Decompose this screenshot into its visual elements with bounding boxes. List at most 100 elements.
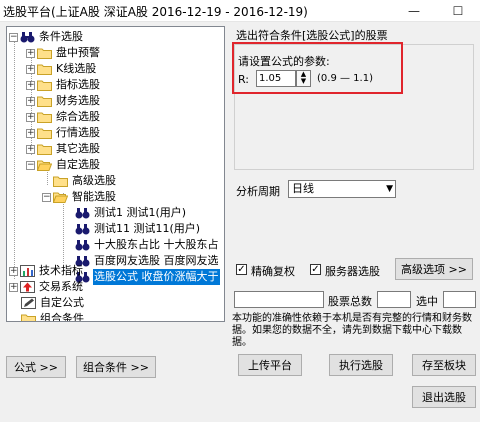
tree-node-label: 智能选股 <box>72 190 116 203</box>
tree-guide-line <box>14 41 15 279</box>
upload-platform-button[interactable]: 上传平台 <box>238 354 302 376</box>
period-label: 分析周期 <box>236 185 280 198</box>
open-folder-icon <box>37 159 52 171</box>
tree-node-advanced[interactable]: 高级选股 <box>53 173 117 189</box>
tree-node-trading[interactable]: + 交易系统 <box>9 279 84 295</box>
minimize-icon: — <box>408 4 420 18</box>
tree-node-label: 自定选股 <box>56 158 100 171</box>
tree-node-group[interactable]: − 自定选股 <box>26 157 101 173</box>
expand-icon[interactable]: + <box>26 80 35 90</box>
tree-node-label: 条件选股 <box>39 30 83 43</box>
tree-node-group[interactable]: + 综合选股 <box>26 109 101 125</box>
window-title: 选股平台(上证A股 深证A股 2016-12-19 - 2016-12-19) <box>3 5 308 19</box>
tree-node-label: 交易系统 <box>39 280 83 293</box>
tree-node-indicators[interactable]: + 技术指标 <box>9 263 84 279</box>
tree-node-label: 其它选股 <box>56 142 100 155</box>
highlight-box <box>232 42 403 94</box>
expand-icon[interactable]: + <box>9 266 18 276</box>
exact-rights-checkbox[interactable]: ✓ <box>236 264 247 275</box>
tree-node-label: 百度网友选股 百度网友选 <box>94 254 219 267</box>
period-select[interactable]: 日线 ▼ <box>288 180 396 198</box>
tree-node-label: 组合条件 <box>40 312 84 322</box>
tree-node-label: 十大股东占比 十大股东占 <box>94 238 219 251</box>
collapse-icon[interactable]: − <box>42 192 51 202</box>
expand-icon[interactable]: + <box>26 48 35 58</box>
expand-icon[interactable]: + <box>26 128 35 138</box>
collapse-icon[interactable]: − <box>26 160 35 170</box>
maximize-icon: ☐ <box>452 4 464 18</box>
tree-node-label: 高级选股 <box>72 174 116 187</box>
folder-icon <box>37 143 52 155</box>
execute-selection-button[interactable]: 执行选股 <box>329 354 393 376</box>
expand-icon[interactable]: + <box>9 282 18 292</box>
exact-rights-label: 精确复权 <box>251 265 295 278</box>
period-value: 日线 <box>292 182 314 195</box>
folder-icon <box>37 47 52 59</box>
tree-node-label: 技术指标 <box>39 264 83 277</box>
tree-node-root[interactable]: − 条件选股 <box>9 29 84 45</box>
tree-node-formula[interactable]: 测试1 测试1(用户) <box>75 205 187 221</box>
selected-count-field <box>443 291 476 308</box>
tree-node-group[interactable]: + 指标选股 <box>26 77 101 93</box>
expand-icon[interactable]: + <box>26 144 35 154</box>
folder-icon <box>37 95 52 107</box>
binoculars-icon <box>20 31 35 43</box>
server-select-label: 服务器选股 <box>325 265 380 278</box>
tree-node-group[interactable]: + K线选股 <box>26 61 97 77</box>
expand-icon[interactable]: + <box>26 112 35 122</box>
save-to-block-button[interactable]: 存至板块 <box>412 354 476 376</box>
binoculars-icon <box>75 239 90 251</box>
selected-label: 选中 <box>416 295 438 308</box>
advanced-options-button[interactable]: 高级选项 >> <box>395 258 473 280</box>
tree-node-formula[interactable]: 测试11 测试11(用户) <box>75 221 201 237</box>
title-bar: 选股平台(上证A股 深证A股 2016-12-19 - 2016-12-19) … <box>0 0 480 22</box>
combo-condition-button[interactable]: 组合条件 >> <box>76 356 156 378</box>
tree-node-label: 选股公式 收盘价涨幅大于 <box>93 269 220 285</box>
tree-node-group[interactable]: + 行情选股 <box>26 125 101 141</box>
total-count-field <box>377 291 411 308</box>
arrow-up-icon <box>20 281 35 293</box>
expand-icon[interactable]: + <box>26 96 35 106</box>
tree-node-label: 盘中预警 <box>56 46 100 59</box>
collapse-icon[interactable]: − <box>9 32 18 42</box>
tree-node-formula-selected[interactable]: 选股公式 收盘价涨幅大于 <box>75 269 220 285</box>
tree-node-label: 财务选股 <box>56 94 100 107</box>
open-folder-icon <box>53 191 68 203</box>
result-field[interactable] <box>234 291 324 308</box>
server-select-checkbox[interactable]: ✓ <box>310 264 321 275</box>
section-title: 选出符合条件[选股公式]的股票 <box>236 29 388 42</box>
folder-icon <box>21 313 36 321</box>
tree-node-label: 行情选股 <box>56 126 100 139</box>
tree-node-label: 测试1 测试1(用户) <box>94 206 187 219</box>
binoculars-icon <box>75 223 90 235</box>
tree-node-group[interactable]: + 财务选股 <box>26 93 101 109</box>
chart-icon <box>20 265 35 277</box>
folder-icon <box>37 63 52 75</box>
condition-tree[interactable]: − 条件选股 + 盘中预警 + K线选股 + 指标选股 + 财务选股 + 综合选… <box>6 26 225 322</box>
tree-node-label: 指标选股 <box>56 78 100 91</box>
tree-node-label: K线选股 <box>56 62 97 75</box>
tree-node-label: 综合选股 <box>56 110 100 123</box>
notice-text: 本功能的准确性依赖于本机是否有完整的行情和财务数据。如果您的数据不全，请先到数据… <box>232 313 472 348</box>
tree-node-formula[interactable]: 十大股东占比 十大股东占 <box>75 237 220 253</box>
formula-button[interactable]: 公式 >> <box>6 356 66 378</box>
pencil-icon <box>21 297 36 309</box>
binoculars-icon <box>75 207 90 219</box>
folder-icon <box>37 79 52 91</box>
tree-node-label: 自定公式 <box>40 296 84 309</box>
chevron-down-icon[interactable]: ▼ <box>386 181 393 197</box>
tree-node-smart[interactable]: − 智能选股 <box>42 189 117 205</box>
minimize-button[interactable]: — <box>392 0 436 22</box>
expand-icon[interactable]: + <box>26 64 35 74</box>
tree-node-group[interactable]: + 其它选股 <box>26 141 101 157</box>
tree-node-formula[interactable]: 百度网友选股 百度网友选 <box>75 253 220 269</box>
folder-icon <box>37 111 52 123</box>
tree-node-custom-formula[interactable]: 自定公式 <box>21 295 85 311</box>
tree-node-group[interactable]: + 盘中预警 <box>26 45 101 61</box>
exit-selection-button[interactable]: 退出选股 <box>412 386 476 408</box>
maximize-button[interactable]: ☐ <box>436 0 480 22</box>
folder-icon <box>37 127 52 139</box>
tree-node-combo[interactable]: 组合条件 <box>21 311 85 322</box>
tree-node-label: 测试11 测试11(用户) <box>94 222 201 235</box>
folder-icon <box>53 175 68 187</box>
